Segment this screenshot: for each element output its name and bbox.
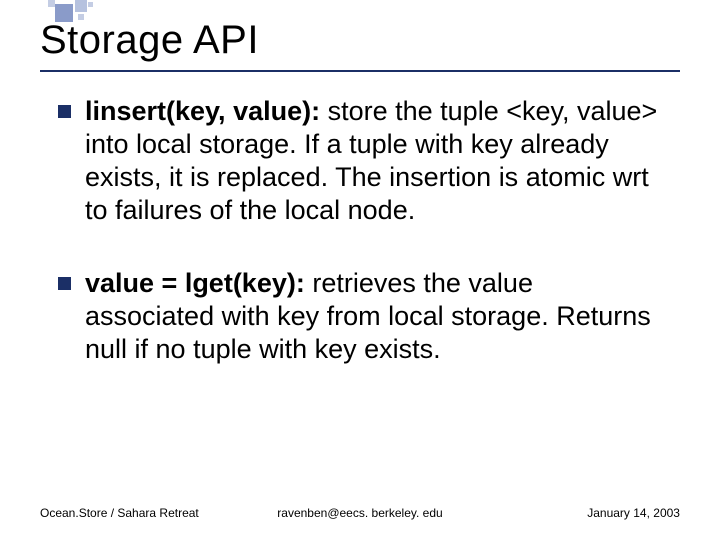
slide-footer: Ocean.Store / Sahara Retreat ravenben@ee…	[40, 506, 680, 520]
list-item: value = lget(key): retrieves the value a…	[58, 267, 668, 366]
list-item-text: linsert(key, value): store the tuple <ke…	[85, 95, 668, 227]
list-item-text: value = lget(key): retrieves the value a…	[85, 267, 668, 366]
list-item-lead: value = lget(key):	[85, 268, 305, 298]
footer-center: ravenben@eecs. berkeley. edu	[253, 506, 466, 520]
bullet-icon	[58, 105, 71, 118]
title-underline	[40, 70, 680, 72]
footer-left: Ocean.Store / Sahara Retreat	[40, 506, 253, 520]
bullet-icon	[58, 277, 71, 290]
slide-title: Storage API	[40, 18, 259, 63]
list-item-lead: linsert(key, value):	[85, 96, 320, 126]
footer-right: January 14, 2003	[467, 506, 680, 520]
list-item: linsert(key, value): store the tuple <ke…	[58, 95, 668, 227]
slide-body: linsert(key, value): store the tuple <ke…	[58, 95, 668, 406]
